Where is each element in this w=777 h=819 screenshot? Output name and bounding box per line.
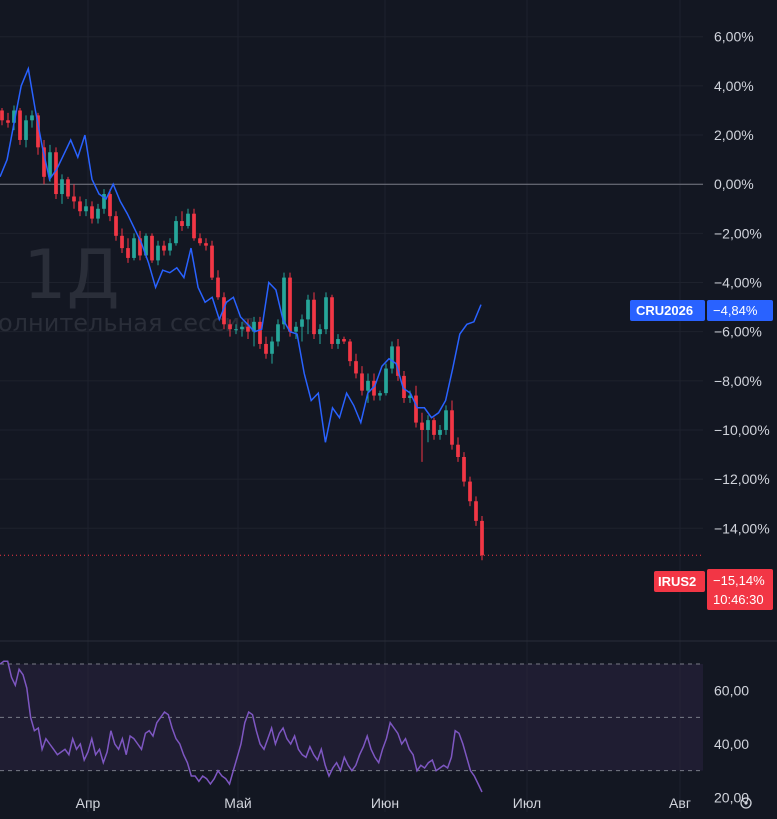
price-axis-label-9: −12,00% — [714, 471, 770, 487]
candle-body-29[interactable] — [174, 221, 178, 244]
candle-body-36[interactable] — [216, 277, 220, 298]
candle-body-16[interactable] — [96, 208, 100, 219]
candle-body-69[interactable] — [414, 395, 418, 423]
candle-body-39[interactable] — [234, 329, 238, 331]
candle-body-58[interactable] — [348, 341, 352, 362]
candle-body-46[interactable] — [276, 324, 280, 342]
candle-body-28[interactable] — [168, 243, 172, 251]
candle-body-3[interactable] — [18, 110, 22, 140]
candle-body-11[interactable] — [66, 179, 70, 197]
candle-body-34[interactable] — [204, 243, 208, 246]
time-axis-label-4: Авг — [669, 795, 691, 811]
price-axis-label-3: 0,00% — [714, 176, 754, 192]
candle-body-77[interactable] — [462, 457, 466, 482]
candle-body-25[interactable] — [150, 235, 154, 261]
candle-body-79[interactable] — [474, 501, 478, 521]
candle-body-43[interactable] — [258, 321, 262, 344]
price-axis-label-6: −6,00% — [714, 324, 762, 340]
countdown: 10:46:30 — [713, 592, 764, 607]
candle-body-38[interactable] — [228, 324, 232, 330]
time-axis-label-1: Май — [224, 795, 251, 811]
candle-body-22[interactable] — [132, 238, 136, 258]
price-axis-label-4: −2,00% — [714, 225, 762, 241]
candle-body-61[interactable] — [366, 380, 370, 391]
candle-body-31[interactable] — [186, 213, 190, 226]
candle-body-45[interactable] — [270, 341, 274, 354]
time-axis-label-3: Июл — [513, 795, 541, 811]
candle-body-63[interactable] — [378, 393, 382, 396]
candle-body-1[interactable] — [6, 120, 10, 123]
candle-body-56[interactable] — [336, 339, 340, 344]
price-axis-label-5: −4,00% — [714, 275, 762, 291]
candle-body-26[interactable] — [156, 245, 160, 261]
candle-body-54[interactable] — [324, 297, 328, 330]
candle-body-48[interactable] — [288, 277, 292, 332]
candle-body-21[interactable] — [126, 248, 130, 258]
price-axis-label-7: −8,00% — [714, 373, 762, 389]
candle-body-4[interactable] — [24, 120, 28, 140]
compare-price-tag[interactable]: CRU2026 −4,84% — [630, 300, 773, 321]
candle-body-14[interactable] — [84, 206, 88, 212]
candle-body-35[interactable] — [210, 245, 214, 278]
price-axis-label-0: 6,00% — [714, 29, 754, 45]
candle-body-19[interactable] — [114, 216, 118, 236]
candle-body-30[interactable] — [180, 221, 184, 226]
candle-body-78[interactable] — [468, 481, 472, 502]
candle-body-52[interactable] — [312, 299, 316, 335]
candle-body-71[interactable] — [426, 420, 430, 430]
price-axis-label-1: 4,00% — [714, 78, 754, 94]
candle-body-0[interactable] — [0, 110, 4, 121]
time-axis-label-0: Апр — [76, 795, 101, 811]
main-name: IRUS2 — [658, 574, 696, 589]
candle-body-15[interactable] — [90, 206, 94, 219]
candle-body-5[interactable] — [30, 115, 34, 121]
candle-body-41[interactable] — [246, 326, 250, 332]
candle-body-70[interactable] — [420, 422, 424, 430]
candle-body-59[interactable] — [354, 361, 358, 374]
rsi-axis-label-1: 40,00 — [714, 736, 749, 752]
price-axis-label-10: −14,00% — [714, 520, 770, 536]
candle-body-55[interactable] — [330, 297, 334, 344]
candle-body-13[interactable] — [78, 201, 82, 212]
time-axis-label-2: Июн — [371, 795, 399, 811]
candle-body-75[interactable] — [450, 410, 454, 445]
candle-body-76[interactable] — [456, 444, 460, 457]
candle-body-40[interactable] — [240, 326, 244, 330]
candle-body-10[interactable] — [60, 179, 64, 195]
candle-body-60[interactable] — [360, 373, 364, 391]
compare-name: CRU2026 — [636, 303, 693, 318]
candle-body-49[interactable] — [294, 326, 298, 332]
candle-body-33[interactable] — [198, 238, 202, 244]
rsi-axis-label-2: 20,00 — [714, 789, 749, 805]
price-axis-label-2: 2,00% — [714, 127, 754, 143]
candle-body-73[interactable] — [438, 429, 442, 435]
candle-body-20[interactable] — [120, 235, 124, 249]
price-axis-label-8: −10,00% — [714, 422, 770, 438]
candle-body-64[interactable] — [384, 368, 388, 394]
candle-body-12[interactable] — [72, 196, 76, 202]
watermark-session: олнительная сессия — [0, 309, 254, 337]
candle-body-53[interactable] — [318, 329, 322, 335]
compare-value: −4,84% — [713, 303, 758, 318]
watermark-symbol: , 1Д — [0, 236, 120, 315]
candle-body-32[interactable] — [192, 213, 196, 239]
candle-body-74[interactable] — [444, 410, 448, 430]
candle-body-44[interactable] — [264, 343, 268, 354]
candle-body-18[interactable] — [108, 194, 112, 217]
candle-body-57[interactable] — [342, 339, 346, 342]
candle-body-65[interactable] — [390, 346, 394, 369]
rsi-axis-label-0: 60,00 — [714, 683, 749, 699]
candle-body-51[interactable] — [306, 299, 310, 320]
main-value: −15,14% — [713, 573, 765, 588]
candle-body-27[interactable] — [162, 245, 166, 251]
candle-body-72[interactable] — [432, 420, 436, 435]
candle-body-80[interactable] — [480, 520, 484, 556]
candle-body-50[interactable] — [300, 319, 304, 327]
chart-area[interactable]: , 1Д олнительная сессия 6,00% 4,00% 2,00% 0… — [0, 0, 777, 819]
